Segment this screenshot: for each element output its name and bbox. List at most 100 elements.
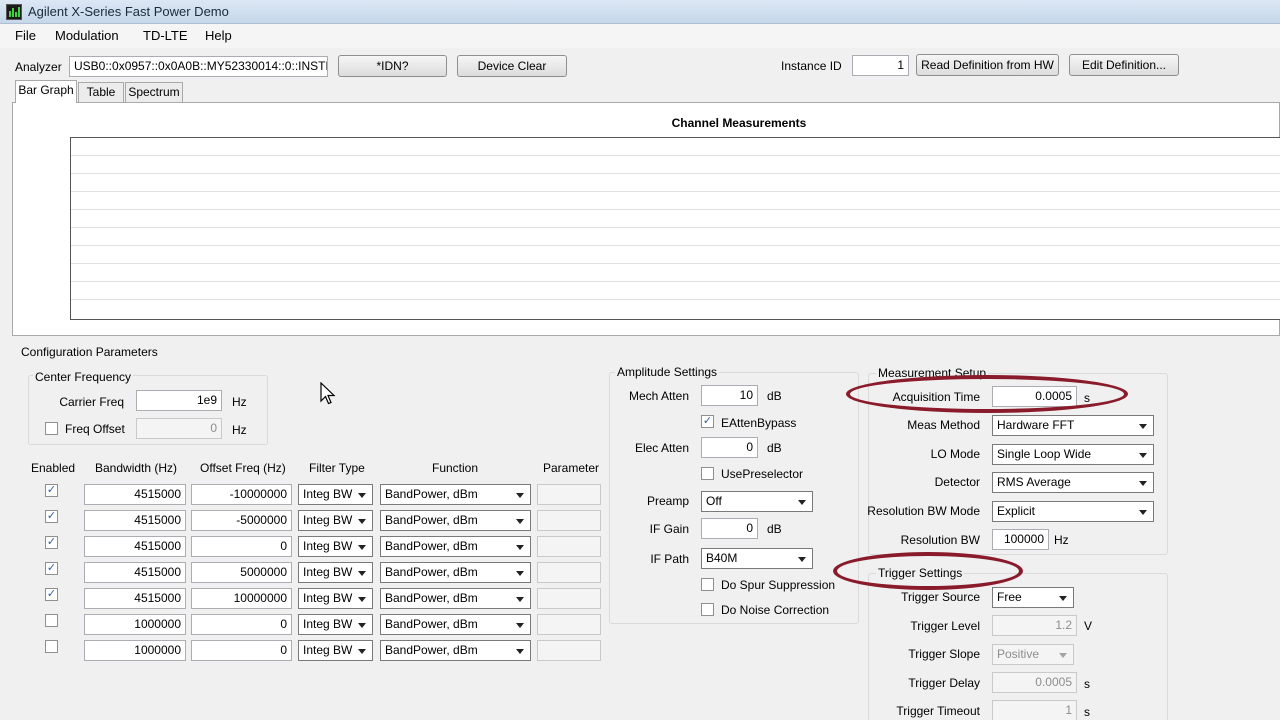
row-parameter-input[interactable] bbox=[537, 510, 601, 531]
center-frequency-title: Center Frequency bbox=[33, 370, 134, 384]
row-offset-freq-input[interactable]: 0 bbox=[191, 614, 292, 635]
tab-spectrum[interactable]: Spectrum bbox=[125, 82, 183, 102]
freq-offset-input[interactable]: 0 bbox=[136, 418, 222, 439]
row-filter-type-select[interactable]: Integ BW bbox=[298, 588, 373, 609]
row-offset-freq-input[interactable]: 10000000 bbox=[191, 588, 292, 609]
row-bandwidth-input[interactable]: 4515000 bbox=[84, 510, 186, 531]
gridline bbox=[71, 209, 1280, 210]
edit-definition-button[interactable]: Edit Definition... bbox=[1069, 54, 1179, 76]
if-gain-label: IF Gain bbox=[649, 522, 689, 536]
gridline bbox=[71, 299, 1280, 300]
bar-graph-plot-area bbox=[70, 137, 1280, 320]
row-enabled-checkbox[interactable]: ✓ bbox=[45, 510, 58, 523]
row-enabled-checkbox[interactable] bbox=[45, 640, 58, 653]
instance-id-input[interactable]: 1 bbox=[852, 55, 909, 76]
row-filter-type-select[interactable]: Integ BW bbox=[298, 484, 373, 505]
freq-offset-unit: Hz bbox=[232, 423, 247, 437]
use-preselector-checkbox[interactable] bbox=[701, 467, 714, 480]
row-parameter-input[interactable] bbox=[537, 640, 601, 661]
row-function-select[interactable]: BandPower, dBm bbox=[380, 510, 531, 531]
row-bandwidth-input[interactable]: 4515000 bbox=[84, 536, 186, 557]
gridline bbox=[71, 245, 1280, 246]
trigger-slope-label: Trigger Slope bbox=[908, 647, 980, 661]
row-filter-type-select[interactable]: Integ BW bbox=[298, 640, 373, 661]
row-enabled-checkbox[interactable] bbox=[45, 614, 58, 627]
meas-method-select[interactable]: Hardware FFT bbox=[992, 415, 1154, 436]
resolution-bw-input[interactable]: 100000 bbox=[992, 529, 1049, 550]
row-function-select[interactable]: BandPower, dBm bbox=[380, 562, 531, 583]
noise-correction-checkbox[interactable] bbox=[701, 603, 714, 616]
preamp-select[interactable]: Off bbox=[701, 491, 813, 512]
row-parameter-input[interactable] bbox=[537, 536, 601, 557]
tab-table[interactable]: Table bbox=[78, 82, 124, 102]
row-bandwidth-input[interactable]: 1000000 bbox=[84, 640, 186, 661]
lo-mode-select[interactable]: Single Loop Wide bbox=[992, 444, 1154, 465]
row-bandwidth-input[interactable]: 4515000 bbox=[84, 588, 186, 609]
trigger-delay-input[interactable]: 0.0005 bbox=[992, 672, 1077, 693]
mech-atten-input[interactable]: 10 bbox=[701, 385, 758, 406]
row-function-select[interactable]: BandPower, dBm bbox=[380, 640, 531, 661]
row-offset-freq-input[interactable]: -10000000 bbox=[191, 484, 292, 505]
elec-atten-label: Elec Atten bbox=[634, 441, 689, 455]
row-filter-type-select[interactable]: Integ BW bbox=[298, 562, 373, 583]
detector-select[interactable]: RMS Average bbox=[992, 472, 1154, 493]
row-filter-type-select[interactable]: Integ BW bbox=[298, 510, 373, 531]
title-bar: Agilent X-Series Fast Power Demo bbox=[0, 0, 1280, 24]
elec-atten-input[interactable]: 0 bbox=[701, 437, 758, 458]
row-parameter-input[interactable] bbox=[537, 484, 601, 505]
row-enabled-checkbox[interactable]: ✓ bbox=[45, 484, 58, 497]
row-enabled-checkbox[interactable]: ✓ bbox=[45, 536, 58, 549]
menu-modulation[interactable]: Modulation bbox=[55, 28, 119, 43]
if-gain-unit: dB bbox=[767, 522, 782, 536]
elec-atten-unit: dB bbox=[767, 441, 782, 455]
if-gain-input[interactable]: 0 bbox=[701, 518, 758, 539]
row-bandwidth-input[interactable]: 4515000 bbox=[84, 484, 186, 505]
menu-file[interactable]: File bbox=[15, 28, 36, 43]
acquisition-time-input[interactable]: 0.0005 bbox=[992, 386, 1077, 407]
trigger-level-input[interactable]: 1.2 bbox=[992, 615, 1077, 636]
trigger-timeout-input[interactable]: 1 bbox=[992, 700, 1077, 720]
carrier-freq-input[interactable]: 1e9 bbox=[136, 390, 222, 411]
row-offset-freq-input[interactable]: 0 bbox=[191, 640, 292, 661]
row-offset-freq-input[interactable]: 5000000 bbox=[191, 562, 292, 583]
row-function-select[interactable]: BandPower, dBm bbox=[380, 614, 531, 635]
detector-label: Detector bbox=[934, 475, 980, 489]
resolution-bw-mode-select[interactable]: Explicit bbox=[992, 501, 1154, 522]
meas-method-label: Meas Method bbox=[907, 418, 980, 432]
header-function: Function bbox=[432, 461, 479, 475]
row-bandwidth-input[interactable]: 1000000 bbox=[84, 614, 186, 635]
row-function-select[interactable]: BandPower, dBm bbox=[380, 536, 531, 557]
if-path-label: IF Path bbox=[650, 552, 689, 566]
analyzer-address-input[interactable]: USB0::0x0957::0x0A0B::MY52330014::0::INS… bbox=[69, 56, 328, 77]
row-offset-freq-input[interactable]: 0 bbox=[191, 536, 292, 557]
eatten-bypass-checkbox[interactable]: ✓ bbox=[701, 415, 714, 428]
trigger-source-select[interactable]: Free bbox=[992, 587, 1074, 608]
row-filter-type-select[interactable]: Integ BW bbox=[298, 614, 373, 635]
carrier-freq-unit: Hz bbox=[232, 395, 247, 409]
row-function-select[interactable]: BandPower, dBm bbox=[380, 588, 531, 609]
tab-bar-graph[interactable]: Bar Graph bbox=[15, 80, 77, 103]
if-path-select[interactable]: B40M bbox=[701, 548, 813, 569]
freq-offset-label: Freq Offset bbox=[65, 422, 125, 436]
idn-button[interactable]: *IDN? bbox=[338, 55, 447, 77]
row-parameter-input[interactable] bbox=[537, 614, 601, 635]
freq-offset-checkbox[interactable] bbox=[45, 422, 58, 435]
eatten-bypass-label: EAttenBypass bbox=[721, 416, 797, 430]
spur-suppression-checkbox[interactable] bbox=[701, 578, 714, 591]
spur-suppression-label: Do Spur Suppression bbox=[721, 578, 836, 592]
menu-td-lte[interactable]: TD-LTE bbox=[143, 28, 188, 43]
read-definition-button[interactable]: Read Definition from HW bbox=[916, 54, 1059, 76]
device-clear-button[interactable]: Device Clear bbox=[457, 55, 567, 77]
row-function-select[interactable]: BandPower, dBm bbox=[380, 484, 531, 505]
gridline bbox=[71, 263, 1280, 264]
menu-help[interactable]: Help bbox=[205, 28, 232, 43]
trigger-slope-select[interactable]: Positive bbox=[992, 644, 1074, 665]
carrier-freq-label: Carrier Freq bbox=[59, 395, 124, 409]
row-parameter-input[interactable] bbox=[537, 562, 601, 583]
row-filter-type-select[interactable]: Integ BW bbox=[298, 536, 373, 557]
row-enabled-checkbox[interactable]: ✓ bbox=[45, 562, 58, 575]
row-offset-freq-input[interactable]: -5000000 bbox=[191, 510, 292, 531]
row-parameter-input[interactable] bbox=[537, 588, 601, 609]
row-enabled-checkbox[interactable]: ✓ bbox=[45, 588, 58, 601]
row-bandwidth-input[interactable]: 4515000 bbox=[84, 562, 186, 583]
